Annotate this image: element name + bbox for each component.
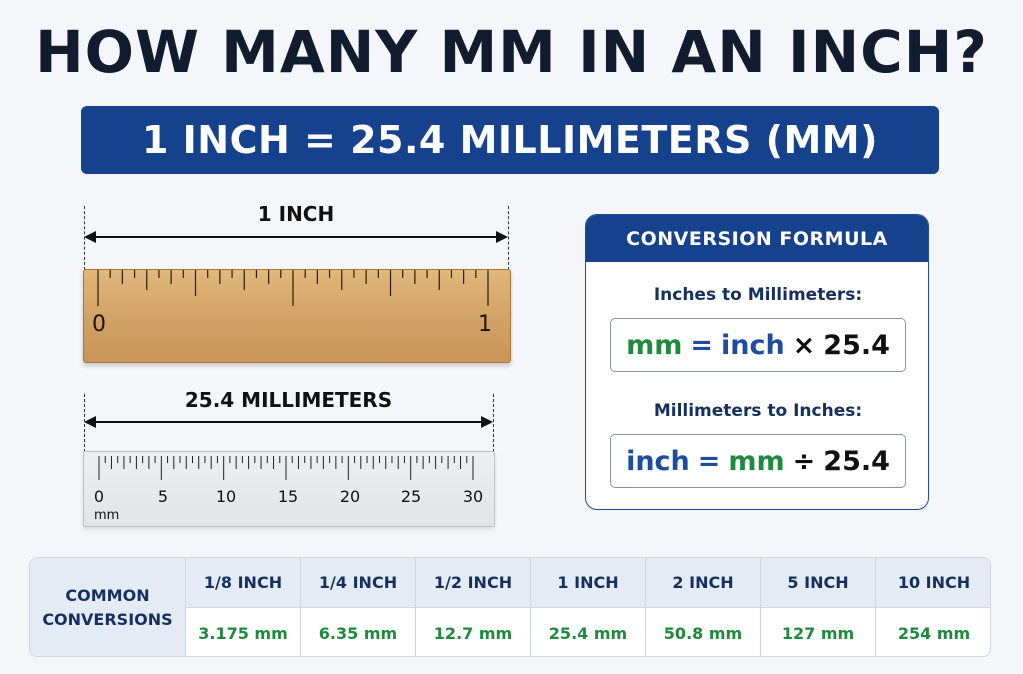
mm-ruler-number: 10 <box>215 487 237 506</box>
conversion-mm-value: 6.35 mm <box>318 623 398 643</box>
inch-arrow-line <box>92 236 500 238</box>
conversion-column: 1 INCH 25.4 mm <box>531 558 646 656</box>
conversions-label: COMMON CONVERSIONS <box>30 558 186 656</box>
conversion-inch-header: 1/2 INCH <box>416 558 530 608</box>
formula-equals: = <box>697 445 721 477</box>
conversion-mm-value: 25.4 mm <box>548 623 628 643</box>
conversion-inch-header: 5 INCH <box>761 558 875 608</box>
mm-to-inches-formula: inch = mm ÷ 25.4 <box>610 434 906 488</box>
inch-ruler-ticks <box>97 270 489 306</box>
mm-ruler-number: 5 <box>157 487 169 506</box>
conversion-column: 1/2 INCH 12.7 mm <box>416 558 531 656</box>
formula-heading: CONVERSION FORMULA <box>586 215 928 262</box>
conversion-column: 5 INCH 127 mm <box>761 558 876 656</box>
mm-ruler-number: 20 <box>339 487 361 506</box>
inches-to-mm-label: Inches to Millimeters: <box>653 285 863 305</box>
inch-ruler: 0 1 <box>83 269 511 363</box>
inch-arrow-left-icon <box>84 231 96 243</box>
conversion-inch-header: 2 INCH <box>646 558 760 608</box>
mm-arrow-right-icon <box>481 416 493 428</box>
mm-dimension-label: 25.4 MILLIMETERS <box>184 388 393 412</box>
mm-ruler-number: 25 <box>400 487 422 506</box>
conversion-mm-value: 3.175 mm <box>198 623 288 643</box>
conversion-mm-value: 254 mm <box>897 623 971 643</box>
formula-factor: 25.4 <box>823 445 890 477</box>
formula-lhs: inch <box>626 445 690 477</box>
page-title: HOW MANY MM IN AN INCH? <box>35 18 988 86</box>
conversion-column: 1/4 INCH 6.35 mm <box>301 558 416 656</box>
headline-banner: 1 INCH = 25.4 MILLIMETERS (MM) <box>81 106 939 174</box>
mm-to-inches-label: Millimeters to Inches: <box>653 401 863 421</box>
conversion-column: 10 INCH 254 mm <box>876 558 990 656</box>
mm-arrow-line <box>92 421 485 423</box>
mm-right-extension <box>493 394 494 452</box>
mm-ruler-number: 30 <box>462 487 484 506</box>
conversion-inch-header: 10 INCH <box>876 558 990 608</box>
mm-ruler-unit: mm <box>94 508 120 523</box>
inch-ruler-start-label: 0 <box>92 312 106 337</box>
mm-ruler: 0 5 10 15 20 25 30 mm <box>83 451 495 527</box>
inch-arrow-right-icon <box>496 231 508 243</box>
inch-dimension-label: 1 INCH <box>257 202 335 226</box>
divide-icon: ÷ <box>792 445 816 477</box>
mm-ruler-number: 0 <box>93 487 105 506</box>
mm-arrow-left-icon <box>84 416 96 428</box>
conversion-column: 1/8 INCH 3.175 mm <box>186 558 301 656</box>
conversion-inch-header: 1/8 INCH <box>186 558 300 608</box>
inch-right-extension <box>508 206 509 270</box>
formula-variable: mm <box>728 445 785 477</box>
conversion-inch-header: 1/4 INCH <box>301 558 415 608</box>
common-conversions-table: COMMON CONVERSIONS 1/8 INCH 3.175 mm 1/4… <box>29 557 991 657</box>
formula-equals: = <box>690 329 713 361</box>
conversion-column: 2 INCH 50.8 mm <box>646 558 761 656</box>
conversion-mm-value: 50.8 mm <box>663 623 743 643</box>
inches-to-mm-formula: mm = inch × 25.4 <box>610 318 906 372</box>
conversion-inch-header: 1 INCH <box>531 558 645 608</box>
conversion-formula-card: CONVERSION FORMULA Inches to Millimeters… <box>585 214 929 510</box>
conversion-mm-value: 127 mm <box>781 623 855 643</box>
formula-factor: 25.4 <box>823 329 890 361</box>
inch-ruler-end-label: 1 <box>478 312 492 337</box>
formula-variable: inch <box>720 329 785 361</box>
multiply-icon: × <box>792 329 816 361</box>
conversions-label-line: COMMON <box>65 586 150 605</box>
mm-ruler-number: 15 <box>277 487 299 506</box>
conversions-label-line: CONVERSIONS <box>42 610 173 629</box>
formula-lhs: mm <box>626 329 683 361</box>
conversion-mm-value: 12.7 mm <box>433 623 513 643</box>
